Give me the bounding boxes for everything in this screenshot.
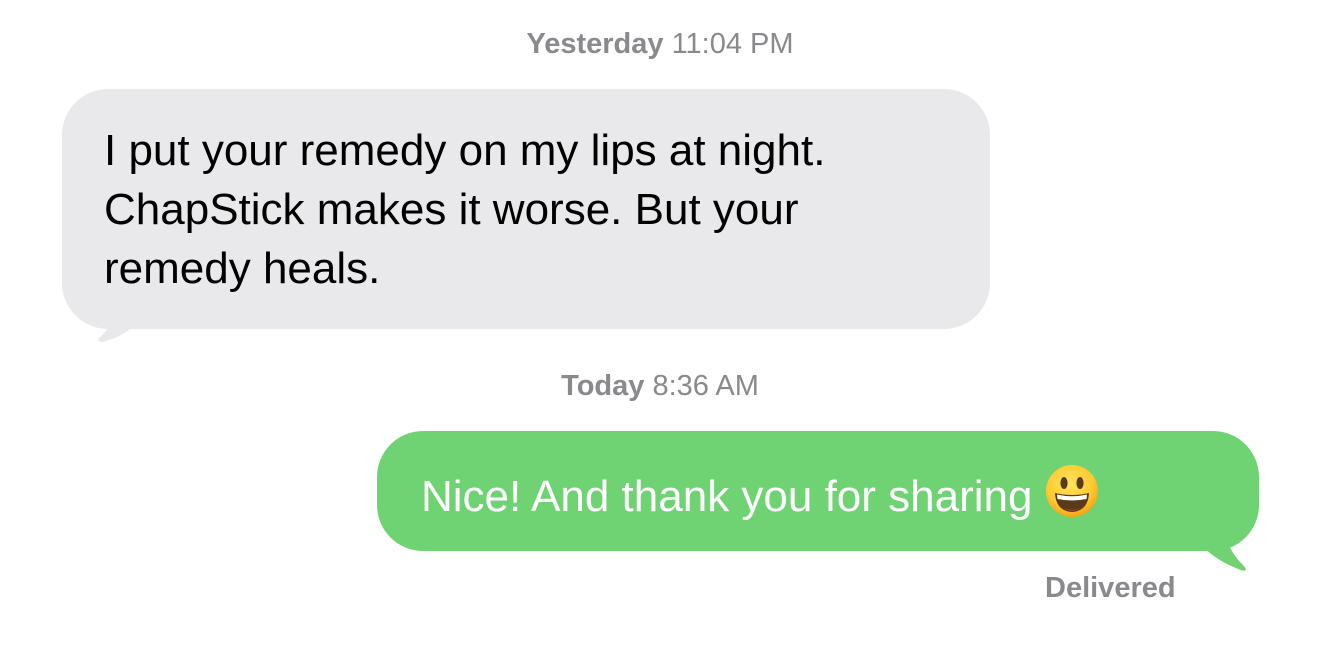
message-text: Nice! And thank you for sharing: [421, 472, 1033, 521]
message-line: ChapStick makes it worse. But your: [104, 185, 799, 234]
timestamp-time: 8:36 AM: [652, 370, 759, 402]
timestamp-yesterday: Yesterday 11:04 PM: [0, 28, 1320, 61]
timestamp-today: Today 8:36 AM: [0, 370, 1320, 403]
message-line: I put your remedy on my lips at night.: [104, 126, 826, 175]
incoming-bubble[interactable]: I put your remedy on my lips at night. C…: [62, 89, 990, 329]
message-line: remedy heals.: [104, 244, 381, 293]
incoming-message[interactable]: I put your remedy on my lips at night. C…: [62, 89, 990, 342]
delivery-status: Delivered: [1045, 572, 1176, 604]
timestamp-day: Yesterday: [526, 28, 664, 60]
grinning-face-icon: [1044, 463, 1100, 534]
timestamp-day: Today: [561, 370, 645, 402]
timestamp-time: 11:04 PM: [671, 28, 794, 60]
outgoing-message[interactable]: Nice! And thank you for sharing: [377, 431, 1259, 571]
outgoing-bubble[interactable]: Nice! And thank you for sharing: [377, 431, 1259, 551]
message-thread: Yesterday 11:04 PM I put your remedy on …: [0, 0, 1320, 665]
